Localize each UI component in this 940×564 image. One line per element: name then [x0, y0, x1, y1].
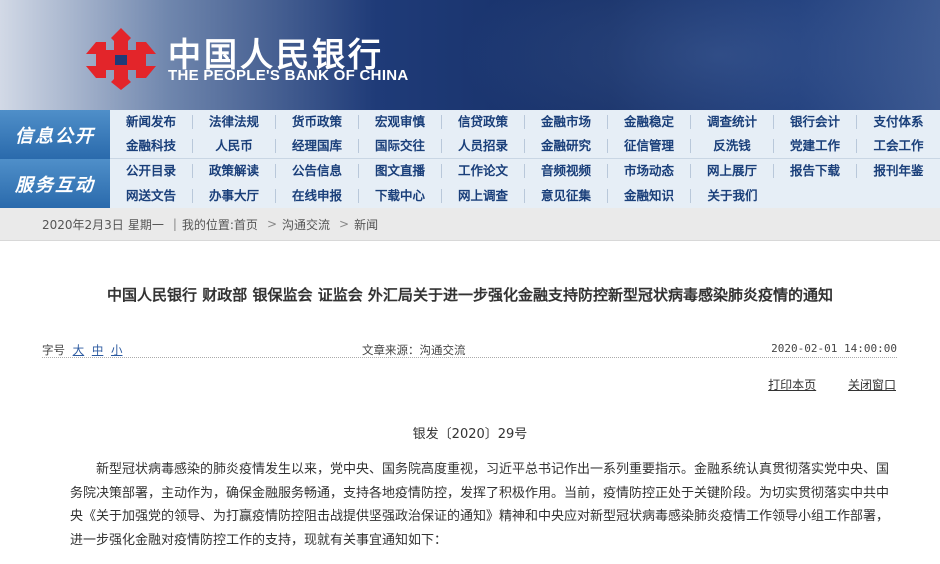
nav-section-service[interactable]: 服务互动: [0, 159, 110, 208]
font-size-small[interactable]: 小: [111, 343, 123, 357]
breadcrumb-separator: |: [172, 217, 177, 231]
nav-item[interactable]: 音频视频: [525, 164, 608, 179]
nav-item[interactable]: 图文直播: [359, 164, 442, 179]
main-navigation: 信息公开 服务互动 新闻发布 法律法规 货币政策 宏观审慎 信贷政策 金融市场 …: [0, 110, 940, 208]
nav-item[interactable]: 在线申报: [276, 188, 359, 203]
nav-item[interactable]: 经理国库: [276, 139, 359, 154]
nav-item[interactable]: 公开目录: [110, 164, 193, 179]
nav-item[interactable]: 金融市场: [525, 115, 608, 130]
article-actions: 打印本页 关闭窗口: [740, 376, 896, 393]
nav-item[interactable]: 人民币: [193, 139, 276, 154]
font-size-large[interactable]: 大: [73, 343, 85, 357]
nav-item[interactable]: 下载中心: [359, 188, 442, 203]
nav-item[interactable]: 调查统计: [691, 115, 774, 130]
current-date: 2020年2月3日: [42, 217, 124, 232]
nav-item[interactable]: 市场动态: [608, 164, 691, 179]
article-body: 新型冠状病毒感染的肺炎疫情发生以来，党中央、国务院高度重视，习近平总书记作出一系…: [70, 462, 890, 548]
nav-row: 网送文告 办事大厅 在线申报 下载中心 网上调查 意见征集 金融知识 关于我们: [110, 184, 940, 209]
nav-item[interactable]: 银行会计: [774, 115, 857, 130]
print-page-link[interactable]: 打印本页: [768, 378, 816, 392]
font-size-control: 字号 大 中 小: [42, 342, 122, 358]
bank-name-en: THE PEOPLE'S BANK OF CHINA: [168, 67, 409, 84]
current-weekday: 星期一: [127, 217, 164, 232]
nav-item[interactable]: 人员招录: [442, 139, 525, 154]
font-size-label: 字号: [42, 343, 65, 357]
nav-item[interactable]: 党建工作: [774, 139, 857, 154]
nav-item[interactable]: 工作论文: [442, 164, 525, 179]
article-title: 中国人民银行 财政部 银保监会 证监会 外汇局关于进一步强化金融支持防控新型冠状…: [107, 286, 833, 304]
nav-item[interactable]: 工会工作: [857, 139, 940, 153]
nav-item[interactable]: 网送文告: [110, 188, 193, 203]
location-label: 我的位置:: [181, 217, 234, 232]
site-header: 中国人民银行 THE PEOPLE'S BANK OF CHINA: [0, 0, 940, 110]
nav-section-info[interactable]: 信息公开: [0, 110, 110, 159]
nav-item[interactable]: 货币政策: [276, 115, 359, 130]
article-datetime: 2020-02-01 14:00:00: [771, 342, 897, 355]
nav-item[interactable]: 报告下载: [774, 164, 857, 179]
nav-item[interactable]: 宏观审慎: [359, 115, 442, 130]
breadcrumb-arrow-icon: >: [339, 217, 350, 231]
breadcrumb-news[interactable]: 新闻: [354, 216, 378, 233]
nav-item[interactable]: 信贷政策: [442, 115, 525, 130]
document-number: 银发〔2020〕29号: [412, 427, 528, 442]
nav-item[interactable]: 意见征集: [525, 188, 608, 203]
nav-item[interactable]: 金融稳定: [608, 115, 691, 130]
nav-item[interactable]: 反洗钱: [691, 139, 774, 154]
close-window-link[interactable]: 关闭窗口: [848, 378, 896, 392]
breadcrumb-arrow-icon: >: [266, 217, 277, 231]
nav-item[interactable]: 关于我们: [691, 188, 774, 203]
nav-item[interactable]: 政策解读: [193, 164, 276, 179]
nav-item[interactable]: 法律法规: [193, 115, 276, 130]
nav-item[interactable]: 网上调查: [442, 188, 525, 203]
nav-item[interactable]: 办事大厅: [193, 188, 276, 203]
nav-item[interactable]: 国际交往: [359, 139, 442, 154]
nav-row: 金融科技 人民币 经理国库 国际交往 人员招录 金融研究 征信管理 反洗钱 党建…: [110, 135, 940, 159]
nav-item[interactable]: 金融研究: [525, 139, 608, 154]
nav-item[interactable]: 新闻发布: [110, 115, 193, 130]
article-source: 文章来源：沟通交流: [362, 343, 466, 357]
breadcrumb-communication[interactable]: 沟通交流: [282, 216, 330, 233]
font-size-medium[interactable]: 中: [92, 343, 104, 357]
breadcrumb: 2020年2月3日 星期一 | 我的位置: 首页 > 沟通交流 > 新闻: [0, 208, 940, 241]
nav-item[interactable]: 支付体系: [857, 115, 940, 129]
nav-item[interactable]: 报刊年鉴: [857, 164, 940, 178]
nav-item[interactable]: 征信管理: [608, 139, 691, 154]
header-decoration: [460, 0, 940, 110]
nav-item[interactable]: 金融科技: [110, 139, 193, 154]
nav-row: 新闻发布 法律法规 货币政策 宏观审慎 信贷政策 金融市场 金融稳定 调查统计 …: [110, 110, 940, 135]
nav-item[interactable]: 网上展厅: [691, 164, 774, 179]
nav-item[interactable]: 公告信息: [276, 164, 359, 179]
pboc-logo-icon[interactable]: [84, 26, 158, 92]
nav-rows: 新闻发布 法律法规 货币政策 宏观审慎 信贷政策 金融市场 金融稳定 调查统计 …: [110, 110, 940, 208]
article-meta: 字号 大 中 小 文章来源：沟通交流 2020-02-01 14:00:00: [42, 336, 897, 358]
nav-row: 公开目录 政策解读 公告信息 图文直播 工作论文 音频视频 市场动态 网上展厅 …: [110, 159, 940, 184]
breadcrumb-home[interactable]: 首页: [234, 216, 258, 233]
nav-item[interactable]: 金融知识: [608, 188, 691, 203]
